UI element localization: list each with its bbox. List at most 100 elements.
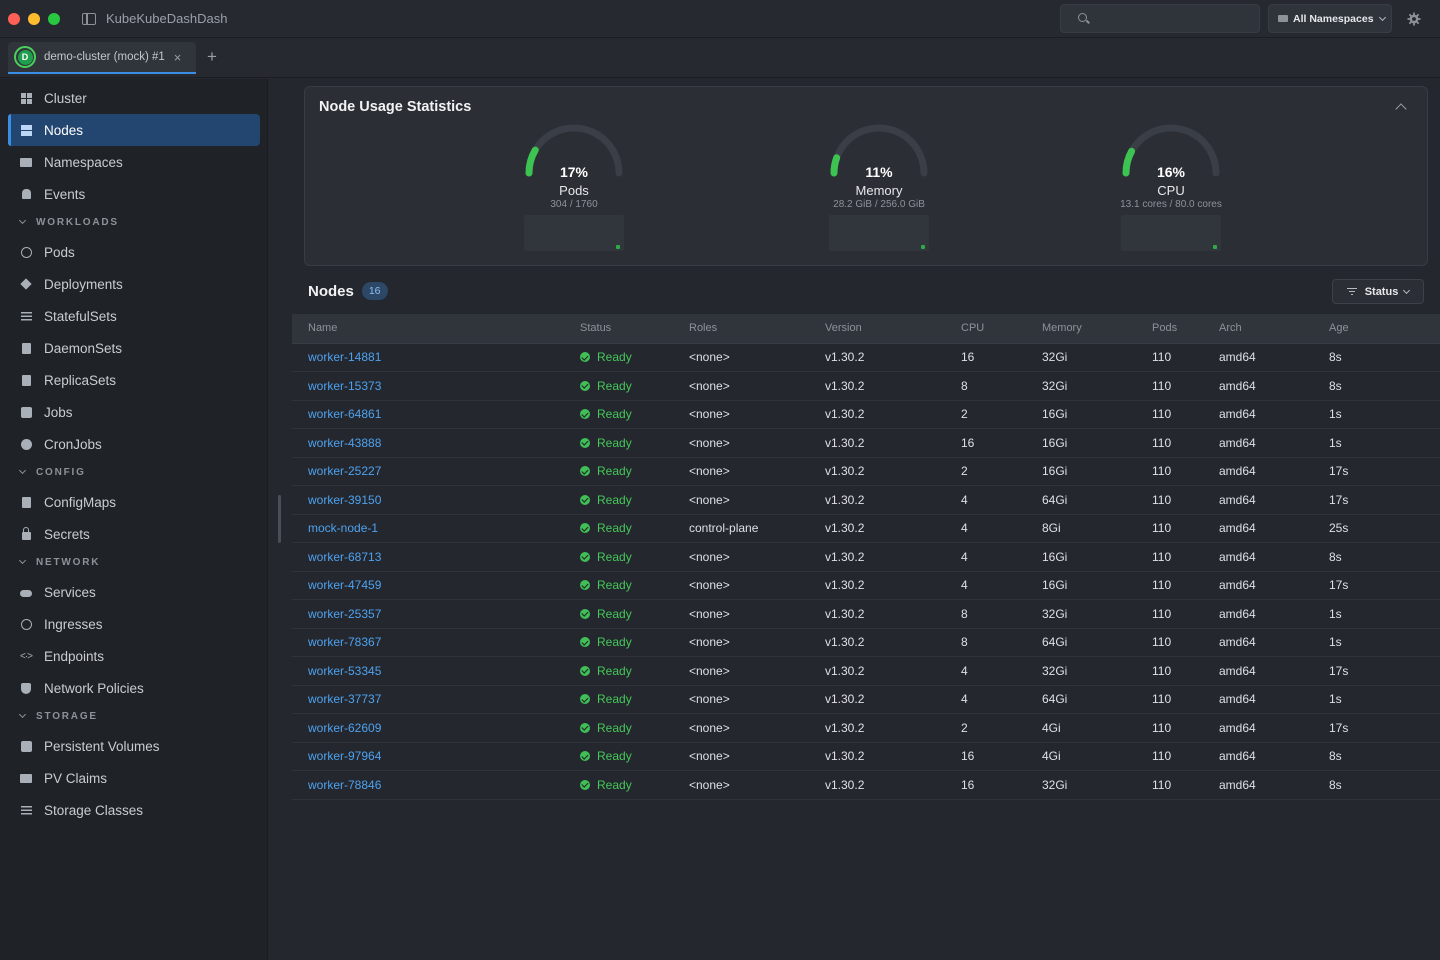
table-row[interactable]: worker-64861 Ready <none> v1.30.2 2 16Gi 110 am… <box>292 400 1440 429</box>
table-row[interactable]: worker-15373 Ready <none> v1.30.2 8 32Gi 110 am… <box>292 371 1440 401</box>
sidebar-item-network-policies[interactable]: Network Policies <box>8 672 260 704</box>
sidebar-item-ingresses[interactable]: Ingresses <box>8 608 260 640</box>
section-config[interactable]: CONFIG <box>18 463 86 481</box>
table-row[interactable]: worker-39150 Ready <none> v1.30.2 4 64Gi 110 am… <box>292 485 1440 515</box>
cell-name[interactable]: worker-97964 <box>292 742 580 771</box>
sidebar-item-nodes[interactable]: Nodes <box>8 114 260 146</box>
cell-name[interactable]: worker-25227 <box>292 457 580 486</box>
gauge-sparkline <box>1121 215 1221 251</box>
table-row[interactable]: worker-14881 Ready <none> v1.30.2 16 32Gi 110 a… <box>292 343 1440 372</box>
sidebar-item-deployments[interactable]: Deployments <box>8 268 260 300</box>
table-row[interactable]: worker-78846 Ready <none> v1.30.2 16 32Gi 110 a… <box>292 770 1440 800</box>
cell-name[interactable]: worker-43888 <box>292 428 580 458</box>
namespace-select-label: All Namespaces <box>1293 12 1374 25</box>
cell-memory: 64Gi <box>1042 485 1152 515</box>
column-header-version[interactable]: Version <box>825 314 961 344</box>
sidebar-item-configmaps[interactable]: ConfigMaps <box>8 486 260 518</box>
cell-name[interactable]: worker-64861 <box>292 400 580 429</box>
sidebar-item-storage-classes[interactable]: Storage Classes <box>8 794 260 826</box>
cell-name[interactable]: worker-62609 <box>292 713 580 743</box>
sidebar-item-pods[interactable]: Pods <box>8 236 260 268</box>
column-header-age[interactable]: Age <box>1329 314 1440 344</box>
sidebar-item-label: Storage Classes <box>44 802 144 818</box>
table-row[interactable]: worker-25357 Ready <none> v1.30.2 8 32Gi 110 am… <box>292 599 1440 629</box>
cell-age: 17s <box>1329 485 1440 515</box>
sidebar-resize-handle[interactable] <box>278 495 281 543</box>
sidebar-item-endpoints[interactable]: <·> Endpoints <box>8 640 260 672</box>
sidebar-item-daemonsets[interactable]: DaemonSets <box>8 332 260 364</box>
sidebar-item-secrets[interactable]: Secrets <box>8 518 260 550</box>
cell-cpu: 8 <box>961 599 1042 629</box>
cell-name[interactable]: worker-39150 <box>292 485 580 515</box>
cell-name[interactable]: worker-37737 <box>292 685 580 714</box>
sidebar-item-replicasets[interactable]: ReplicaSets <box>8 364 260 396</box>
cell-status: Ready <box>580 685 689 714</box>
sidebar-item-label: Endpoints <box>44 648 105 664</box>
cell-age: 8s <box>1329 542 1440 572</box>
sidebar-item-events[interactable]: Events <box>8 178 260 210</box>
column-header-memory[interactable]: Memory <box>1042 314 1152 344</box>
cell-name[interactable]: worker-15373 <box>292 371 580 401</box>
cell-name[interactable]: mock-node-1 <box>292 514 580 543</box>
column-header-status[interactable]: Status <box>580 314 689 344</box>
file-icon <box>20 496 32 508</box>
table-row[interactable]: worker-43888 Ready <none> v1.30.2 16 16Gi 110 a… <box>292 428 1440 458</box>
table-row[interactable]: worker-97964 Ready <none> v1.30.2 16 4Gi 110 am… <box>292 742 1440 771</box>
sidebar-item-pv-claims[interactable]: PV Claims <box>8 762 260 794</box>
status-badge: Ready <box>580 379 689 393</box>
section-title: CONFIG <box>36 466 86 478</box>
table-row[interactable]: worker-62609 Ready <none> v1.30.2 2 4Gi 110 amd… <box>292 713 1440 743</box>
cell-name[interactable]: worker-47459 <box>292 571 580 600</box>
table-row[interactable]: worker-47459 Ready <none> v1.30.2 4 16Gi 110 am… <box>292 571 1440 600</box>
maximize-window-button[interactable] <box>48 12 60 25</box>
sidebar-item-namespaces[interactable]: Namespaces <box>8 146 260 178</box>
sidebar-item-jobs[interactable]: Jobs <box>8 396 260 428</box>
column-header-cpu[interactable]: CPU <box>961 314 1042 344</box>
sidebar-toggle-icon[interactable] <box>82 12 96 25</box>
status-filter-label: Status <box>1364 285 1399 298</box>
table-row[interactable]: worker-68713 Ready <none> v1.30.2 4 16Gi 110 am… <box>292 542 1440 572</box>
search-box[interactable] <box>1060 4 1260 33</box>
search-input[interactable] <box>1095 9 1255 29</box>
table-row[interactable]: worker-53345 Ready <none> v1.30.2 4 32Gi 110 am… <box>292 656 1440 686</box>
column-header-pods[interactable]: Pods <box>1152 314 1219 344</box>
table-row[interactable]: worker-25227 Ready <none> v1.30.2 2 16Gi 110 am… <box>292 457 1440 486</box>
cell-version: v1.30.2 <box>825 628 961 657</box>
table-row[interactable]: worker-37737 Ready <none> v1.30.2 4 64Gi 110 am… <box>292 685 1440 714</box>
section-workloads[interactable]: WORKLOADS <box>18 213 119 231</box>
table-row[interactable]: mock-node-1 Ready control-plane v1.30.2 4 8Gi… <box>292 514 1440 543</box>
column-header-name[interactable]: Name <box>292 314 580 344</box>
cell-roles: <none> <box>689 571 825 600</box>
sidebar-item-statefulsets[interactable]: StatefulSets <box>8 300 260 332</box>
sidebar-item-cluster[interactable]: Cluster <box>8 82 260 114</box>
cell-name[interactable]: worker-78846 <box>292 770 580 800</box>
close-window-button[interactable] <box>8 12 20 25</box>
namespace-select[interactable]: All Namespaces <box>1268 4 1392 33</box>
sidebar-item-services[interactable]: Services <box>8 576 260 608</box>
close-icon[interactable]: × <box>174 50 182 65</box>
cell-cpu: 2 <box>961 457 1042 486</box>
sidebar-item-persistent-volumes[interactable]: Persistent Volumes <box>8 730 260 762</box>
minimize-window-button[interactable] <box>28 12 40 25</box>
gear-icon[interactable] <box>1407 12 1421 26</box>
sidebar-item-cronjobs[interactable]: CronJobs <box>8 428 260 460</box>
cell-cpu: 8 <box>961 628 1042 657</box>
status-filter-button[interactable]: Status <box>1332 279 1424 304</box>
add-tab-button[interactable]: + <box>207 47 217 67</box>
status-text: Ready <box>597 720 632 735</box>
cell-name[interactable]: worker-53345 <box>292 656 580 686</box>
column-header-roles[interactable]: Roles <box>689 314 825 344</box>
cell-name[interactable]: worker-78367 <box>292 628 580 657</box>
table-row[interactable]: worker-78367 Ready <none> v1.30.2 8 64Gi 110 am… <box>292 628 1440 657</box>
section-storage[interactable]: STORAGE <box>18 707 98 725</box>
cell-pods: 110 <box>1152 457 1219 486</box>
tab-cluster[interactable]: D demo-cluster (mock) #1 × <box>8 42 196 74</box>
section-network[interactable]: NETWORK <box>18 553 100 571</box>
cell-name[interactable]: worker-68713 <box>292 542 580 572</box>
gauge-sparkline <box>524 215 624 251</box>
check-circle-icon <box>580 608 590 619</box>
column-header-arch[interactable]: Arch <box>1219 314 1329 344</box>
cell-name[interactable]: worker-25357 <box>292 599 580 629</box>
chevron-up-icon[interactable] <box>1395 103 1407 115</box>
cell-name[interactable]: worker-14881 <box>292 343 580 372</box>
